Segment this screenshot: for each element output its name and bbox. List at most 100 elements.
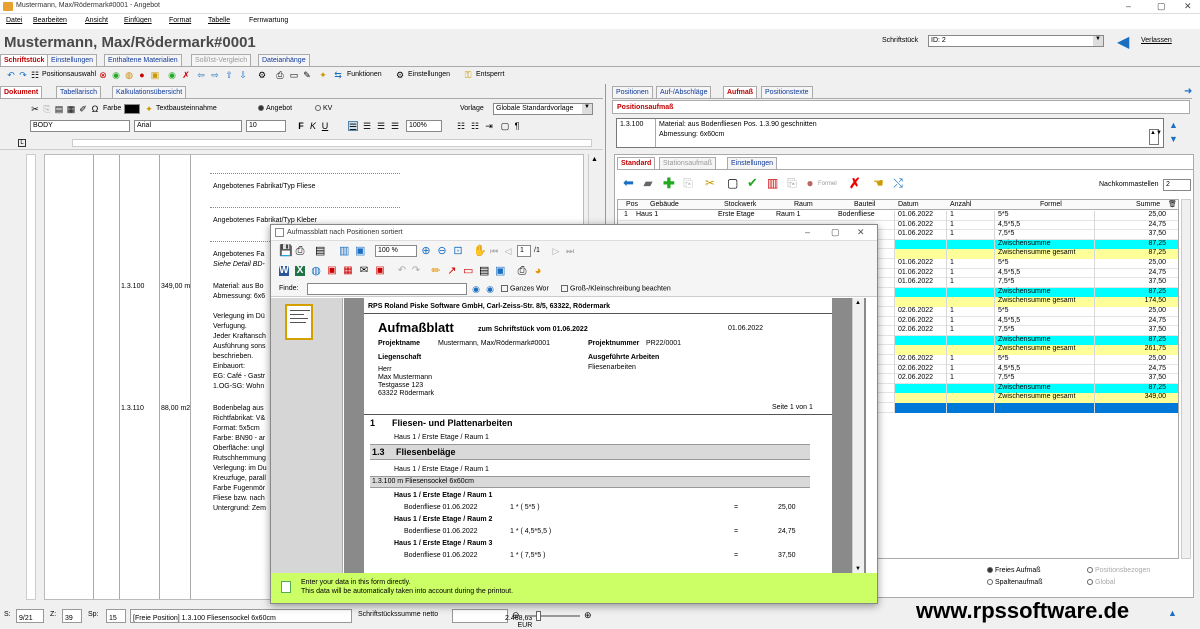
car-icon[interactable]: ▰ — [643, 177, 653, 189]
find-next-icon[interactable]: ◉ — [485, 284, 495, 294]
radio-global[interactable]: Global — [1087, 579, 1115, 586]
dialog-minimize-icon[interactable]: – — [805, 227, 810, 237]
zoom-slider[interactable] — [526, 615, 580, 617]
tab-aufmass-einstellungen[interactable]: Einstellungen — [727, 157, 778, 169]
bulb-icon[interactable]: ✦ — [144, 104, 154, 114]
textbaustein-button[interactable]: Textbausteinnahme — [156, 105, 217, 112]
size-select[interactable]: 10 — [246, 120, 286, 132]
check-circle-icon[interactable]: ◉ — [167, 70, 177, 80]
car-icon[interactable]: ▭ — [289, 70, 299, 80]
text-draw-icon[interactable]: ▤ — [479, 266, 489, 277]
tab-stationsaufmass[interactable]: Stationsaufmaß — [659, 157, 717, 169]
tab-schriftstueck[interactable]: Schriftstück — [0, 54, 49, 66]
stamp-icon[interactable]: ▣ — [495, 266, 505, 277]
tab-positionstexte[interactable]: Positionstexte — [761, 86, 813, 98]
tab-standard[interactable]: Standard — [617, 157, 656, 169]
angebot-radio[interactable]: Angebot — [258, 105, 292, 112]
excel-icon[interactable]: X — [295, 266, 305, 276]
table-icon[interactable]: ▦ — [66, 104, 76, 114]
close-icon[interactable]: ✕ — [1184, 1, 1192, 12]
arrow-draw-icon[interactable]: ↗ — [447, 266, 457, 277]
page-input[interactable]: 1 — [517, 245, 531, 257]
edit-icon[interactable]: ✎ — [302, 70, 312, 80]
arrow-right-icon[interactable]: ⇨ — [210, 70, 220, 80]
check-icon[interactable]: ✔ — [747, 176, 758, 189]
menu-bearbeiten[interactable]: Bearbeiten — [33, 17, 67, 24]
redo-icon[interactable]: ↷ — [411, 266, 421, 276]
kv-radio[interactable]: KV — [315, 105, 332, 112]
copy-icon[interactable]: ⎘ — [42, 104, 52, 114]
tab-soll-ist[interactable]: Soll/Ist-Vergleich — [191, 54, 252, 66]
zoom-out-icon[interactable]: ⊖ — [437, 246, 447, 257]
entsperrt-button[interactable]: Entsperrt — [476, 71, 504, 78]
zoom-in-icon[interactable]: ⊕ — [584, 610, 592, 621]
tab-einstellungen[interactable]: Einstellungen — [47, 54, 98, 66]
image-export-icon[interactable]: ▦ — [343, 266, 353, 276]
spin-icon[interactable]: ▲▼ — [1149, 129, 1162, 145]
radio-positionsbezogen[interactable]: Positionsbezogen — [1087, 567, 1150, 574]
table-row[interactable]: 1 Haus 1 Erste Etage Raum 1 Bodenfliese 01.06… — [618, 211, 1178, 221]
vorlage-select[interactable]: Globale Standardvorlage ▼ — [493, 103, 593, 115]
preview-scrollbar[interactable]: ▲ ▼ — [852, 298, 864, 574]
underline-button[interactable]: U — [320, 121, 330, 131]
cut-icon[interactable]: ✂ — [30, 104, 40, 114]
tab-tabellarisch[interactable]: Tabellarisch — [56, 86, 101, 98]
schriftstueck-select[interactable]: ID: 2 ▼ — [928, 35, 1104, 47]
funktionen-button[interactable]: Funktionen — [347, 71, 382, 78]
ft-icon[interactable]: ▣ — [150, 70, 160, 80]
mail-icon[interactable]: ✉ — [359, 266, 369, 276]
tab-dateianhaenge[interactable]: Dateianhänge — [258, 54, 310, 66]
tab-aufmass[interactable]: Aufmaß — [723, 86, 758, 98]
nachkomma-select[interactable]: 2 — [1163, 179, 1191, 191]
scroll-up-icon[interactable]: ▲ — [591, 156, 598, 163]
pencil-icon[interactable]: ✏ — [431, 266, 441, 277]
color-wheel-icon[interactable]: ◕ — [533, 266, 543, 277]
finde-input[interactable] — [307, 283, 467, 295]
zoom-in-icon[interactable]: ⊕ — [421, 246, 431, 257]
undo-icon[interactable]: ↶ — [6, 70, 16, 80]
radio-spalten[interactable]: Spaltenaufmaß — [987, 579, 1042, 586]
move-up-icon[interactable]: ▲ — [1169, 120, 1178, 130]
tab-materialien[interactable]: Enthaltene Materialien — [104, 54, 182, 66]
settings-icon[interactable]: ⎙ — [517, 266, 527, 277]
menu-tabelle[interactable]: Tabelle — [208, 17, 230, 24]
add-icon[interactable]: ✚ — [663, 176, 675, 190]
formel-button[interactable]: Formel — [818, 181, 837, 187]
positionsauswahl-button[interactable]: Positionsauswahl — [42, 71, 96, 78]
menu-einfuegen[interactable]: Einfügen — [124, 17, 152, 24]
font-select[interactable]: Arial — [134, 120, 242, 132]
align-right-icon[interactable]: ☰ — [376, 121, 386, 131]
copy-icon[interactable]: ⎘ — [683, 177, 693, 189]
grid-scrollbar[interactable] — [1181, 199, 1191, 559]
web-icon[interactable]: ◍ — [311, 266, 321, 277]
zoom-slider-thumb[interactable] — [536, 611, 541, 621]
word-icon[interactable]: W — [279, 266, 289, 276]
scroll-up-icon[interactable]: ▲ — [855, 300, 861, 306]
pdf-icon[interactable]: ▣ — [327, 266, 337, 276]
color-picker[interactable] — [124, 104, 140, 114]
undo-icon[interactable]: ↶ — [397, 266, 407, 276]
stop-icon[interactable]: ⊗ — [98, 70, 108, 80]
first-page-icon[interactable]: ⏮ — [489, 246, 499, 256]
rect-draw-icon[interactable]: ▭ — [463, 266, 473, 277]
tab-stop-icon[interactable]: L — [18, 139, 26, 147]
paste-icon[interactable]: ▢ — [727, 177, 738, 189]
radio-freies[interactable]: Freies Aufmaß — [987, 567, 1041, 574]
chevron-down-icon[interactable]: ▼ — [582, 104, 592, 114]
col-anzahl[interactable]: Anzahl — [950, 201, 971, 208]
grid-icon[interactable]: ▥ — [767, 177, 778, 189]
fit-page-icon[interactable]: ⊡ — [453, 246, 463, 257]
menu-fernwartung[interactable]: Fernwartung — [249, 17, 288, 24]
chevron-down-icon[interactable]: ▼ — [1093, 36, 1103, 46]
unlock-icon[interactable]: ⚿ — [463, 70, 473, 80]
cut-icon[interactable]: ✂ — [705, 177, 715, 189]
print-icon[interactable]: ⎙ — [295, 246, 305, 257]
col-pos[interactable]: Pos — [626, 201, 638, 208]
minimize-icon[interactable]: – — [1126, 1, 1131, 11]
zoom-out-icon[interactable]: ⊖ — [512, 610, 520, 621]
ok-icon[interactable]: ◉ — [111, 70, 121, 80]
pilcrow-icon[interactable]: ¶ — [512, 121, 522, 131]
redo-icon[interactable]: ↷ — [18, 70, 28, 80]
col-raum[interactable]: Raum — [794, 201, 813, 208]
list-bullet-icon[interactable]: ☷ — [456, 121, 466, 131]
